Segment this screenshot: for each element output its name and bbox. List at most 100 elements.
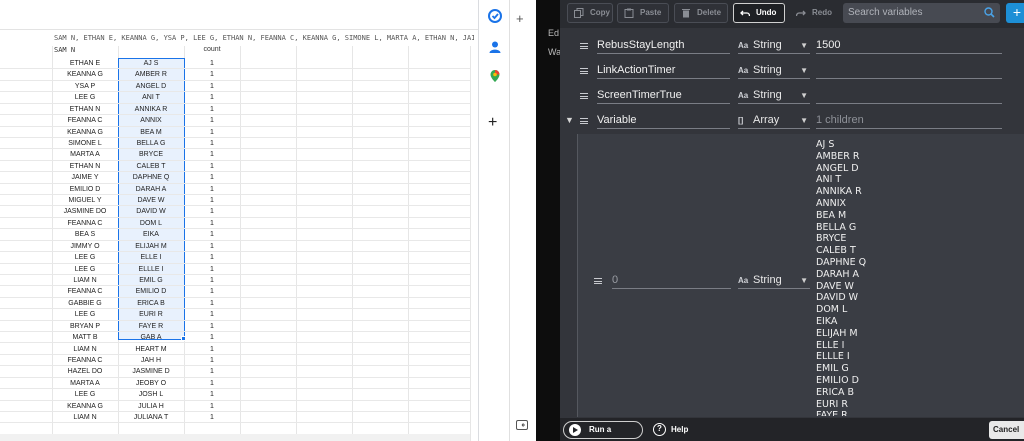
horizontal-scrollbar[interactable] xyxy=(0,434,470,441)
cell-b[interactable]: AJ S xyxy=(118,58,184,69)
cell-b[interactable]: ELLE I xyxy=(118,252,184,263)
formula-bar-text[interactable]: SAM N, ETHAN E, KEANNA G, YSA P, LEE G, … xyxy=(54,34,474,42)
cell-c[interactable]: 1 xyxy=(184,252,240,263)
cell-c[interactable]: 1 xyxy=(184,115,240,126)
cell-a[interactable]: FEANNA C xyxy=(52,355,118,366)
variable-value-field[interactable]: 1500 xyxy=(816,38,1002,54)
drag-handle-icon[interactable] xyxy=(580,93,588,99)
cell-a[interactable]: KEANNA G xyxy=(52,69,118,80)
cell-a[interactable]: MIGUEL Y xyxy=(52,195,118,206)
cell-a[interactable]: BEA S xyxy=(52,229,118,240)
variable-row[interactable]: LinkActionTimer Aa String ▼ xyxy=(560,59,1024,84)
tasks-icon[interactable] xyxy=(488,9,502,23)
cell-c[interactable]: 1 xyxy=(184,172,240,183)
cell-a[interactable]: MARTA A xyxy=(52,378,118,389)
cell-a[interactable]: ETHAN N xyxy=(52,161,118,172)
variable-value-field[interactable] xyxy=(816,88,1002,104)
child-type-select[interactable]: Aa String ▼ xyxy=(738,273,810,289)
cell-a[interactable]: LEE G xyxy=(52,264,118,275)
cell-c[interactable]: 1 xyxy=(184,138,240,149)
cell-c[interactable]: 1 xyxy=(184,104,240,115)
cell-c[interactable]: 1 xyxy=(184,344,240,355)
variable-type-select[interactable]: Aa String ▼ xyxy=(738,88,810,104)
cell-b[interactable]: ELLLE I xyxy=(118,264,184,275)
cell-c[interactable]: 1 xyxy=(184,229,240,240)
header-cell-a[interactable]: SAM N xyxy=(54,46,75,54)
collapse-panel-icon[interactable] xyxy=(516,420,528,430)
cell-b[interactable]: DARAH A xyxy=(118,184,184,195)
cell-a[interactable]: BRYAN P xyxy=(52,321,118,332)
cell-c[interactable]: 1 xyxy=(184,195,240,206)
cancel-button[interactable]: Cancel xyxy=(989,421,1024,439)
cell-b[interactable]: JEOBY O xyxy=(118,378,184,389)
cell-c[interactable]: 1 xyxy=(184,206,240,217)
cell-b[interactable]: JAH H xyxy=(118,355,184,366)
cell-c[interactable]: 1 xyxy=(184,264,240,275)
add-tab-icon[interactable]: + xyxy=(516,12,524,26)
cell-b[interactable]: ELIJAH M xyxy=(118,241,184,252)
cell-c[interactable]: 1 xyxy=(184,69,240,80)
expand-chevron-icon[interactable]: ▼ xyxy=(565,115,574,125)
variable-value-field[interactable] xyxy=(816,63,1002,79)
cell-a[interactable]: JAIME Y xyxy=(52,172,118,183)
cell-a[interactable]: JASMINE DO xyxy=(52,206,118,217)
child-index-field[interactable]: 0 xyxy=(612,273,731,289)
maps-icon[interactable] xyxy=(488,69,502,83)
undo-button[interactable]: Undo xyxy=(733,3,785,23)
cell-b[interactable]: BRYCE xyxy=(118,149,184,160)
variable-row[interactable]: RebusStayLength Aa String ▼ 1500 xyxy=(560,34,1024,59)
drag-handle-icon[interactable] xyxy=(580,68,588,74)
redo-button[interactable]: Redo xyxy=(789,3,839,23)
cell-c[interactable]: 1 xyxy=(184,92,240,103)
cell-c[interactable]: 1 xyxy=(184,309,240,320)
cell-a[interactable]: ETHAN N xyxy=(52,104,118,115)
drag-handle-icon[interactable] xyxy=(580,43,588,49)
cell-b[interactable]: JULIANA T xyxy=(118,412,184,423)
variable-name-field[interactable]: ScreenTimerTrue xyxy=(597,88,730,104)
child-value-textarea[interactable]: AJ S AMBER R ANGEL D ANI T ANNIKA R ANNIX BEA … xyxy=(816,139,966,416)
cell-c[interactable]: 1 xyxy=(184,401,240,412)
cell-b[interactable]: FAYE R xyxy=(118,321,184,332)
cell-c[interactable]: 1 xyxy=(184,58,240,69)
variable-row[interactable]: ScreenTimerTrue Aa String ▼ xyxy=(560,84,1024,109)
cell-b[interactable]: EIKA xyxy=(118,229,184,240)
cell-c[interactable]: 1 xyxy=(184,298,240,309)
cell-a[interactable]: SIMONE L xyxy=(52,138,118,149)
cell-c[interactable]: 1 xyxy=(184,332,240,343)
cell-b[interactable]: DAPHNE Q xyxy=(118,172,184,183)
search-input[interactable]: Search variables xyxy=(843,3,1000,23)
cell-b[interactable]: DAVID W xyxy=(118,206,184,217)
cell-a[interactable]: LEE G xyxy=(52,389,118,400)
cell-a[interactable]: LIAM N xyxy=(52,412,118,423)
cell-b[interactable]: JOSH L xyxy=(118,389,184,400)
cell-a[interactable]: KEANNA G xyxy=(52,401,118,412)
cell-c[interactable]: 1 xyxy=(184,355,240,366)
variable-type-select[interactable]: [] Array ▼ xyxy=(738,113,810,129)
cell-a[interactable]: KEANNA G xyxy=(52,127,118,138)
variable-row[interactable]: ▼ Variable [] Array ▼ 1 children xyxy=(560,109,1024,134)
cell-a[interactable]: ETHAN E xyxy=(52,58,118,69)
cell-a[interactable]: JIMMY O xyxy=(52,241,118,252)
variable-name-field[interactable]: LinkActionTimer xyxy=(597,63,730,79)
cell-b[interactable]: ERICA B xyxy=(118,298,184,309)
cell-a[interactable]: GABBIE G xyxy=(52,298,118,309)
cell-c[interactable]: 1 xyxy=(184,81,240,92)
cell-b[interactable]: CALEB T xyxy=(118,161,184,172)
add-variable-button[interactable]: + xyxy=(1006,3,1024,23)
cell-c[interactable]: 1 xyxy=(184,161,240,172)
cell-c[interactable]: 1 xyxy=(184,218,240,229)
cell-a[interactable]: MARTA A xyxy=(52,149,118,160)
cell-b[interactable]: ANNIKA R xyxy=(118,104,184,115)
cell-a[interactable]: LEE G xyxy=(52,92,118,103)
cell-b[interactable]: BEA M xyxy=(118,127,184,138)
cell-c[interactable]: 1 xyxy=(184,378,240,389)
cell-b[interactable]: JULIA H xyxy=(118,401,184,412)
help-button[interactable]: ? Help xyxy=(653,421,688,439)
cell-c[interactable]: 1 xyxy=(184,127,240,138)
cell-a[interactable]: LEE G xyxy=(52,252,118,263)
cell-c[interactable]: 1 xyxy=(184,275,240,286)
cell-b[interactable]: BELLA G xyxy=(118,138,184,149)
cell-b[interactable]: EMILIO D xyxy=(118,286,184,297)
drag-handle-icon[interactable] xyxy=(580,118,588,124)
variable-type-select[interactable]: Aa String ▼ xyxy=(738,38,810,54)
